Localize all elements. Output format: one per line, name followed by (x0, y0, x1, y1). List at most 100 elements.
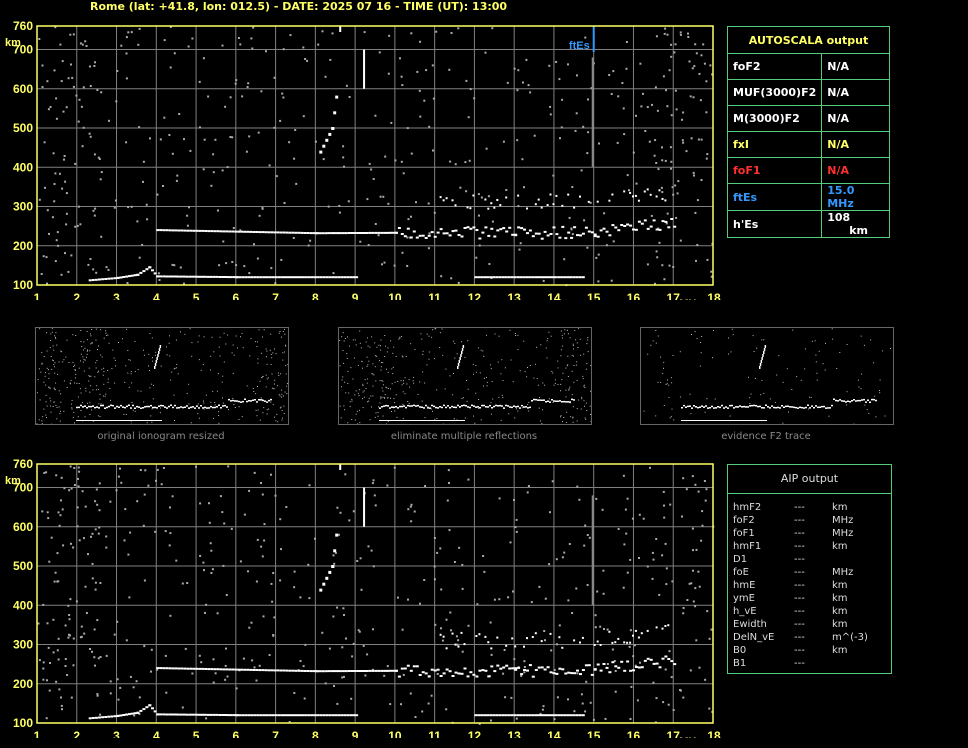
noise-dot (169, 66, 172, 69)
x-tick-label: 6 (232, 729, 239, 738)
noise-dot (344, 338, 346, 339)
noise-dot (233, 404, 235, 405)
trace-point (649, 193, 652, 196)
trace-point (94, 420, 96, 421)
trace-point (315, 670, 319, 673)
trace-point (156, 229, 160, 232)
trace-point (260, 399, 262, 401)
trace-point (697, 406, 699, 409)
trace-point (490, 202, 493, 205)
x-tick-label: 5 (193, 729, 200, 738)
noise-dot (99, 713, 102, 716)
trace-point (707, 420, 709, 421)
noise-dot (670, 114, 673, 117)
noise-dot (818, 350, 820, 352)
noise-dot (36, 392, 38, 394)
trace-point (655, 195, 658, 198)
noise-dot (129, 359, 131, 361)
noise-dot (553, 718, 556, 721)
trace-point (561, 668, 565, 671)
noise-dot (419, 40, 422, 43)
noise-dot (393, 466, 396, 469)
noise-dot (48, 689, 51, 692)
noise-dot (168, 342, 170, 344)
noise-dot (281, 419, 283, 421)
noise-dot (563, 258, 566, 261)
noise-dot (679, 31, 682, 34)
noise-dot (69, 33, 72, 36)
trace-point (760, 360, 763, 363)
noise-dot (475, 365, 477, 366)
trace-point (695, 420, 697, 421)
trace-point (86, 420, 88, 421)
noise-dot (558, 624, 561, 627)
trace-point (112, 420, 114, 421)
trace-point (472, 673, 476, 676)
trace-point (249, 668, 253, 671)
noise-dot (466, 380, 468, 381)
ftEs-label: ftEs (726, 183, 823, 211)
noise-dot (536, 378, 538, 379)
noise-dot (526, 376, 528, 378)
trace-point (325, 714, 329, 717)
noise-dot (404, 377, 406, 379)
noise-dot (257, 386, 258, 387)
noise-dot (646, 106, 649, 108)
noise-dot (209, 542, 212, 545)
noise-dot (45, 256, 48, 259)
noise-dot (656, 256, 659, 259)
noise-dot (475, 371, 477, 373)
noise-dot (274, 379, 276, 381)
noise-dot (560, 383, 562, 385)
noise-dot (184, 647, 187, 650)
noise-dot (273, 126, 276, 129)
trace-point (186, 229, 190, 232)
noise-dot (72, 85, 75, 88)
y-tick-label: 100 (13, 716, 33, 730)
noise-dot (333, 685, 335, 687)
noise-dot (382, 380, 384, 382)
noise-dot (86, 353, 88, 355)
trace-point (442, 672, 446, 675)
trace-point (602, 663, 606, 665)
noise-dot (459, 186, 462, 189)
noise-dot (136, 220, 139, 223)
noise-dot (225, 647, 227, 650)
trace-point (397, 227, 401, 229)
trace-point (387, 420, 389, 421)
noise-dot (504, 367, 506, 369)
noise-dot (424, 417, 426, 419)
trace-point (593, 668, 597, 671)
noise-dot (548, 64, 551, 67)
trace-point (460, 235, 464, 238)
noise-dot (587, 98, 589, 101)
noise-dot (187, 45, 190, 48)
trace-point (145, 268, 149, 271)
noise-dot (669, 146, 672, 149)
noise-dot (662, 75, 665, 78)
trace-point (171, 275, 174, 278)
noise-dot (43, 356, 45, 357)
noise-dot (379, 349, 381, 351)
noise-dot (105, 330, 106, 332)
trace-point (76, 420, 78, 421)
noise-dot (149, 137, 151, 140)
noise-dot (386, 351, 388, 353)
noise-dot (402, 391, 404, 393)
noise-dot (586, 343, 588, 345)
noise-dot (114, 382, 116, 384)
y-axis-label: km (5, 475, 21, 487)
trace-point (266, 401, 268, 403)
x-tick-label: 18 (707, 729, 721, 738)
noise-dot (362, 407, 364, 409)
trace-point (735, 420, 737, 421)
noise-dot (846, 404, 848, 406)
trace-point (847, 400, 849, 402)
noise-dot (283, 405, 285, 407)
noise-dot (560, 416, 562, 418)
trace-point (475, 635, 478, 637)
trace-point (250, 714, 254, 717)
noise-dot (382, 195, 385, 198)
trace-point (409, 405, 411, 407)
trace-point (202, 407, 204, 409)
